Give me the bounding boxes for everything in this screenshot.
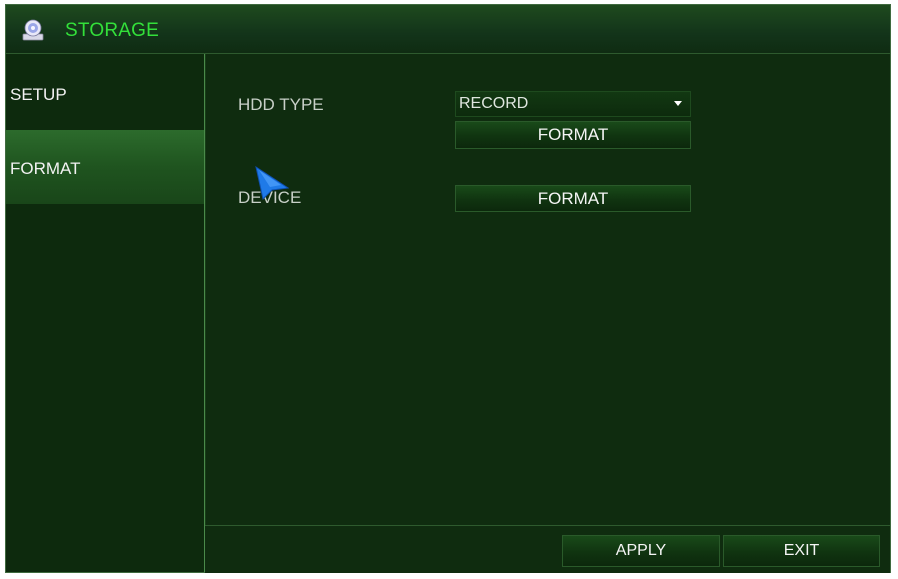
dropdown-arrow-icon — [674, 101, 682, 106]
window-title: STORAGE — [65, 20, 159, 41]
device-format-button[interactable]: FORMAT — [455, 185, 691, 212]
sidebar-item-label: FORMAT — [10, 159, 81, 178]
hdd-type-label: HDD TYPE — [238, 95, 324, 114]
disc-drive-icon — [22, 19, 44, 41]
footer-bar: APPLY EXIT — [205, 525, 890, 573]
hdd-type-value: RECORD — [459, 95, 529, 112]
device-label: DEVICE — [238, 188, 302, 207]
main-content: HDD TYPE RECORD FORMAT DEVICE FORMAT — [205, 54, 890, 524]
sidebar-item-format[interactable]: FORMAT — [6, 130, 204, 204]
hdd-format-button[interactable]: FORMAT — [455, 121, 691, 149]
exit-button[interactable]: EXIT — [723, 535, 880, 567]
apply-button[interactable]: APPLY — [562, 535, 720, 567]
storage-window: STORAGE SETUP FORMAT HDD TYPE RECORD FOR… — [5, 4, 891, 573]
sidebar-item-label: SETUP — [10, 85, 67, 104]
title-bar: STORAGE — [6, 5, 890, 54]
sidebar-item-setup[interactable]: SETUP — [6, 54, 204, 128]
sidebar: SETUP FORMAT — [6, 54, 205, 572]
hdd-type-select[interactable]: RECORD — [455, 91, 691, 117]
